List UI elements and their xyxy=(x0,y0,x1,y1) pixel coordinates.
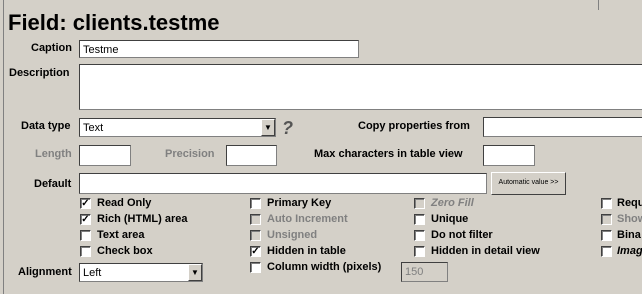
data-type-label: Data type xyxy=(21,120,71,132)
help-icon[interactable]: ? xyxy=(282,118,293,139)
alignment-value: Left xyxy=(83,267,102,279)
right-frame-border xyxy=(598,0,599,10)
caption-label: Caption xyxy=(31,42,72,54)
unique-checkbox[interactable] xyxy=(414,214,425,225)
read-only-label: Read Only xyxy=(97,197,152,209)
chevron-down-icon[interactable]: ▼ xyxy=(261,119,275,136)
required-label: Requ xyxy=(617,197,642,209)
length-input[interactable] xyxy=(79,145,131,166)
auto-increment-checkbox[interactable] xyxy=(250,214,261,225)
precision-label: Precision xyxy=(165,148,215,160)
chevron-down-icon[interactable]: ▼ xyxy=(188,264,202,281)
primary-key-checkbox[interactable] xyxy=(250,198,261,209)
image-label: Imag xyxy=(617,245,642,257)
data-type-value: Text xyxy=(83,122,104,134)
max-chars-input[interactable] xyxy=(483,145,535,166)
max-chars-label: Max characters in table view xyxy=(314,148,463,160)
text-area-checkbox[interactable] xyxy=(80,230,91,241)
left-frame-border xyxy=(3,0,4,294)
length-label: Length xyxy=(35,148,72,160)
column-width-label: Column width (pixels) xyxy=(267,261,382,273)
rich-html-checkbox[interactable]: ✓ xyxy=(80,214,91,225)
description-label: Description xyxy=(9,67,70,79)
hidden-in-detail-checkbox[interactable] xyxy=(414,246,425,257)
do-not-filter-checkbox[interactable] xyxy=(414,230,425,241)
automatic-value-button[interactable]: Automatic value >> xyxy=(491,172,566,195)
default-input[interactable] xyxy=(79,173,487,194)
alignment-label: Alignment xyxy=(18,266,72,278)
unsigned-label: Unsigned xyxy=(267,229,318,241)
column-width-input[interactable]: 150 xyxy=(401,262,448,282)
unique-label: Unique xyxy=(431,213,469,225)
precision-input[interactable] xyxy=(226,145,277,166)
binary-checkbox[interactable] xyxy=(601,230,612,241)
read-only-checkbox[interactable]: ✓ xyxy=(80,198,91,209)
rich-html-label: Rich (HTML) area xyxy=(97,213,188,225)
check-box-label: Check box xyxy=(97,245,153,257)
description-textarea[interactable] xyxy=(79,64,642,110)
data-type-select[interactable]: Text ▼ xyxy=(79,118,276,137)
page-title: Field: clients.testme xyxy=(8,10,220,35)
show-checkbox[interactable] xyxy=(601,214,612,225)
column-width-checkbox[interactable] xyxy=(250,262,261,273)
unsigned-checkbox[interactable] xyxy=(250,230,261,241)
default-label: Default xyxy=(34,178,72,190)
hidden-in-table-label: Hidden in table xyxy=(267,245,346,257)
zero-fill-checkbox[interactable] xyxy=(414,198,425,209)
auto-increment-label: Auto Increment xyxy=(267,213,348,225)
show-label: Show xyxy=(617,213,642,225)
primary-key-label: Primary Key xyxy=(267,197,332,209)
hidden-in-table-checkbox[interactable]: ✓ xyxy=(250,246,261,257)
check-box-checkbox[interactable] xyxy=(80,246,91,257)
hidden-in-detail-label: Hidden in detail view xyxy=(431,245,540,257)
do-not-filter-label: Do not filter xyxy=(431,229,493,241)
required-checkbox[interactable] xyxy=(601,198,612,209)
text-area-label: Text area xyxy=(97,229,145,241)
copy-properties-label: Copy properties from xyxy=(358,120,470,132)
copy-properties-input[interactable] xyxy=(483,117,642,137)
binary-label: Bina xyxy=(617,229,641,241)
alignment-select[interactable]: Left ▼ xyxy=(79,263,203,282)
image-checkbox[interactable] xyxy=(601,246,612,257)
zero-fill-label: Zero Fill xyxy=(431,197,474,209)
caption-input[interactable]: Testme xyxy=(79,40,359,58)
